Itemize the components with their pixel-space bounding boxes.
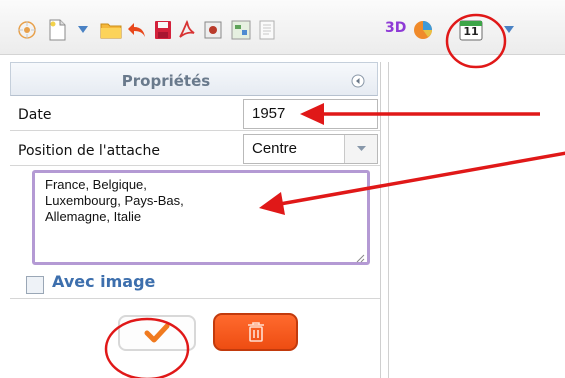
canvas-area[interactable] [388,62,565,378]
save-icon[interactable] [152,19,174,41]
folder-icon[interactable] [100,19,122,41]
divider [10,165,380,166]
collapse-icon[interactable] [351,73,365,88]
pie-chart-icon[interactable] [412,19,434,41]
properties-panel: Propriétés Date 1957 Position de l'attac… [10,62,381,378]
document-icon[interactable] [256,19,278,41]
undo-icon[interactable] [126,19,148,41]
with-image-label[interactable]: Avec image [52,272,155,291]
attach-position-value: Centre [252,140,298,157]
date-input[interactable]: 1957 [243,99,378,129]
new-document-icon[interactable] [46,19,68,41]
resize-grip-icon[interactable] [355,253,365,263]
image-icon[interactable] [202,19,224,41]
with-image-checkbox[interactable] [26,276,44,294]
target-icon[interactable] [16,19,38,41]
delete-button[interactable] [213,313,298,351]
attach-position-label: Position de l'attache [18,143,160,159]
calendar-day: 11 [463,25,479,38]
pdf-icon[interactable] [176,19,198,41]
checkmark-icon [144,323,170,343]
date-label: Date [18,107,52,123]
calendar-icon[interactable]: 11 [458,19,484,41]
panel-title: Propriétés [121,72,211,90]
panel-header: Propriétés [10,62,378,96]
chevron-down-icon[interactable] [498,19,520,41]
attach-position-select[interactable]: Centre [243,134,378,164]
chevron-down-icon[interactable] [72,19,94,41]
chevron-down-icon[interactable] [344,135,377,163]
table-icon[interactable] [230,19,252,41]
confirm-button[interactable] [118,315,196,351]
trash-icon [247,322,264,342]
3d-button[interactable]: 3D [385,20,406,36]
text-area[interactable]: France, Belgique, Luxembourg, Pays-Bas, … [32,170,370,265]
divider [10,130,380,131]
toolbar: 3D 11 [0,0,565,55]
divider [10,298,380,299]
